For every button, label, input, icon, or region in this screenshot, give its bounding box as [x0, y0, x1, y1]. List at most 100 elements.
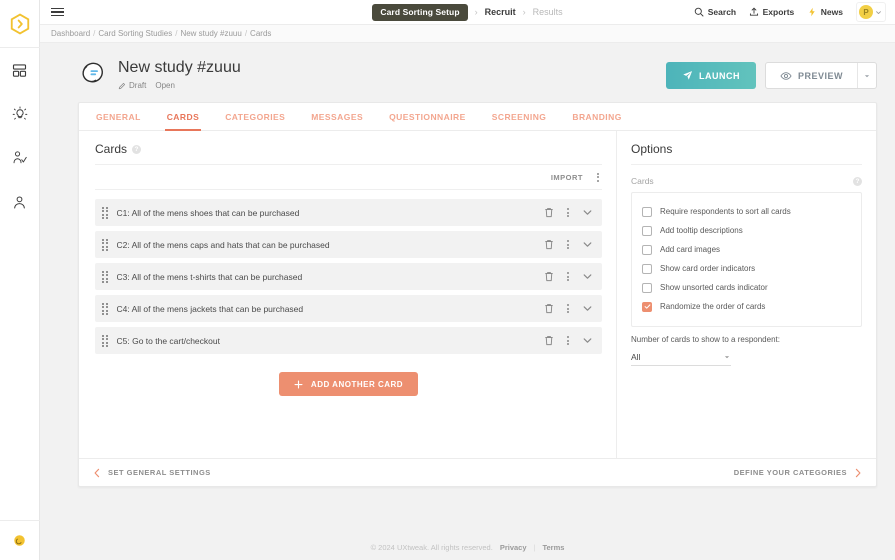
drag-handle-icon[interactable]: [102, 206, 108, 220]
number-of-cards-label: Number of cards to show to a respondent:: [631, 335, 780, 345]
card-sorting-study-icon: [82, 62, 103, 83]
breadcrumb: Dashboard / Card Sorting Studies / New s…: [40, 25, 895, 43]
card-more-menu-icon[interactable]: [564, 238, 572, 251]
theme-toggle[interactable]: [0, 520, 40, 560]
chevron-down-icon: [583, 210, 592, 216]
drag-handle-icon[interactable]: [102, 270, 108, 284]
add-another-card-button[interactable]: ADD ANOTHER CARD: [278, 372, 419, 397]
card-more-menu-icon[interactable]: [564, 206, 572, 219]
card-row-actions: [544, 206, 593, 219]
nav-results[interactable]: Results: [533, 7, 563, 17]
hamburger-menu-icon[interactable]: [51, 7, 64, 17]
drag-handle-icon[interactable]: [102, 238, 108, 252]
cards-section-title: Cards: [95, 142, 128, 157]
tab-screening[interactable]: SCREENING: [479, 103, 560, 130]
tab-general[interactable]: GENERAL: [83, 103, 154, 130]
next-step-button[interactable]: DEFINE YOUR CATEGORIES: [734, 468, 862, 478]
tab-categories[interactable]: CATEGORIES: [212, 103, 298, 130]
option-checkbox-item[interactable]: Add card images: [642, 240, 851, 259]
options-section-header: Options: [631, 142, 862, 166]
checkbox-icon[interactable]: [642, 282, 652, 293]
expand-card-button[interactable]: [582, 207, 593, 218]
caret-down-icon: [864, 74, 870, 77]
exports-button[interactable]: Exports: [749, 7, 794, 17]
page-footer: © 2024 UXtweak. All rights reserved. Pri…: [40, 534, 895, 560]
preview-button[interactable]: PREVIEW: [766, 63, 857, 88]
prev-step-button[interactable]: SET GENERAL SETTINGS: [93, 468, 211, 478]
option-checkbox-item[interactable]: Show unsorted cards indicator: [642, 278, 851, 297]
option-checkbox-item[interactable]: Show card order indicators: [642, 259, 851, 278]
option-checkbox-item[interactable]: Add tooltip descriptions: [642, 221, 851, 240]
tab-questionnaire[interactable]: QUESTIONNAIRE: [376, 103, 479, 130]
nav-recruit[interactable]: Recruit: [485, 7, 516, 17]
chevron-down-icon: [876, 10, 881, 14]
options-help-icon[interactable]: ?: [853, 176, 862, 186]
tab-cards[interactable]: CARDS: [154, 103, 212, 132]
tab-branding[interactable]: BRANDING: [559, 103, 634, 130]
option-checkbox-item[interactable]: Require respondents to sort all cards: [642, 202, 851, 221]
checkbox-checked-icon[interactable]: [642, 301, 652, 312]
check-icon: [644, 304, 650, 310]
card-more-menu-icon[interactable]: [564, 334, 572, 347]
sidebar-item-dashboard[interactable]: [0, 48, 40, 92]
preview-dropdown-toggle[interactable]: [857, 63, 876, 88]
checkbox-icon[interactable]: [642, 263, 652, 274]
user-research-icon: [13, 151, 27, 164]
card-more-menu-icon[interactable]: [564, 302, 572, 315]
pencil-icon: [118, 82, 126, 90]
search-label: Search: [707, 7, 737, 17]
breadcrumb-item-study[interactable]: New study #zuuu: [180, 29, 241, 38]
delete-card-button[interactable]: [544, 207, 554, 218]
sidebar-item-account[interactable]: [0, 180, 40, 224]
options-section-title: Options: [631, 142, 673, 157]
sidebar-item-insights[interactable]: [0, 92, 40, 136]
preview-button-group: PREVIEW: [764, 62, 877, 89]
card-more-menu-icon[interactable]: [564, 270, 572, 283]
card-row[interactable]: C5: Go to the cart/checkout: [95, 327, 602, 355]
delete-card-button[interactable]: [544, 335, 554, 346]
drag-handle-icon[interactable]: [102, 334, 108, 348]
breadcrumb-item-cards[interactable]: Cards: [250, 29, 271, 38]
card-row[interactable]: C3: All of the mens t-shirts that can be…: [95, 263, 602, 291]
trash-icon: [545, 240, 553, 250]
terms-link[interactable]: Terms: [542, 543, 564, 552]
expand-card-button[interactable]: [582, 303, 593, 314]
drag-handle-icon[interactable]: [102, 302, 108, 316]
user-menu[interactable]: P: [856, 2, 886, 22]
tab-messages[interactable]: MESSAGES: [298, 103, 376, 130]
import-button[interactable]: IMPORT: [551, 173, 583, 182]
number-of-cards-select[interactable]: All: [631, 349, 731, 367]
breadcrumb-item-card-sorting-studies[interactable]: Card Sorting Studies: [98, 29, 172, 38]
card-row[interactable]: C2: All of the mens caps and hats that c…: [95, 231, 602, 259]
search-button[interactable]: Search: [694, 7, 736, 17]
option-checkbox-item[interactable]: Randomize the order of cards: [642, 297, 851, 316]
cards-help-icon[interactable]: ?: [132, 144, 142, 154]
app-logo[interactable]: [0, 0, 40, 48]
sidebar-item-research[interactable]: [0, 136, 40, 180]
moon-theme-icon: [14, 535, 25, 546]
expand-card-button[interactable]: [582, 239, 593, 250]
expand-card-button[interactable]: [582, 271, 593, 282]
card-row[interactable]: C4: All of the mens jackets that can be …: [95, 295, 602, 323]
checkbox-icon[interactable]: [642, 206, 652, 217]
expand-card-button[interactable]: [582, 335, 593, 346]
checkbox-icon[interactable]: [642, 225, 652, 236]
delete-card-button[interactable]: [544, 303, 554, 314]
status-draft[interactable]: Draft: [118, 81, 146, 90]
delete-card-button[interactable]: [544, 271, 554, 282]
privacy-link[interactable]: Privacy: [500, 543, 527, 552]
status-draft-label: Draft: [129, 81, 147, 91]
card-row[interactable]: C1: All of the mens shoes that can be pu…: [95, 199, 602, 227]
delete-card-button[interactable]: [544, 239, 554, 250]
preview-label: PREVIEW: [797, 70, 843, 81]
card-row-actions: [544, 238, 593, 251]
avatar: P: [859, 5, 873, 19]
caret-down-icon: [724, 356, 730, 359]
nav-card-sorting-setup[interactable]: Card Sorting Setup: [372, 3, 468, 21]
breadcrumb-item-dashboard[interactable]: Dashboard: [51, 29, 90, 38]
checkbox-icon[interactable]: [642, 244, 652, 255]
cards-more-menu-icon[interactable]: [594, 171, 602, 184]
launch-button[interactable]: LAUNCH: [665, 62, 756, 89]
trash-icon: [545, 304, 553, 314]
news-button[interactable]: News: [807, 7, 843, 17]
